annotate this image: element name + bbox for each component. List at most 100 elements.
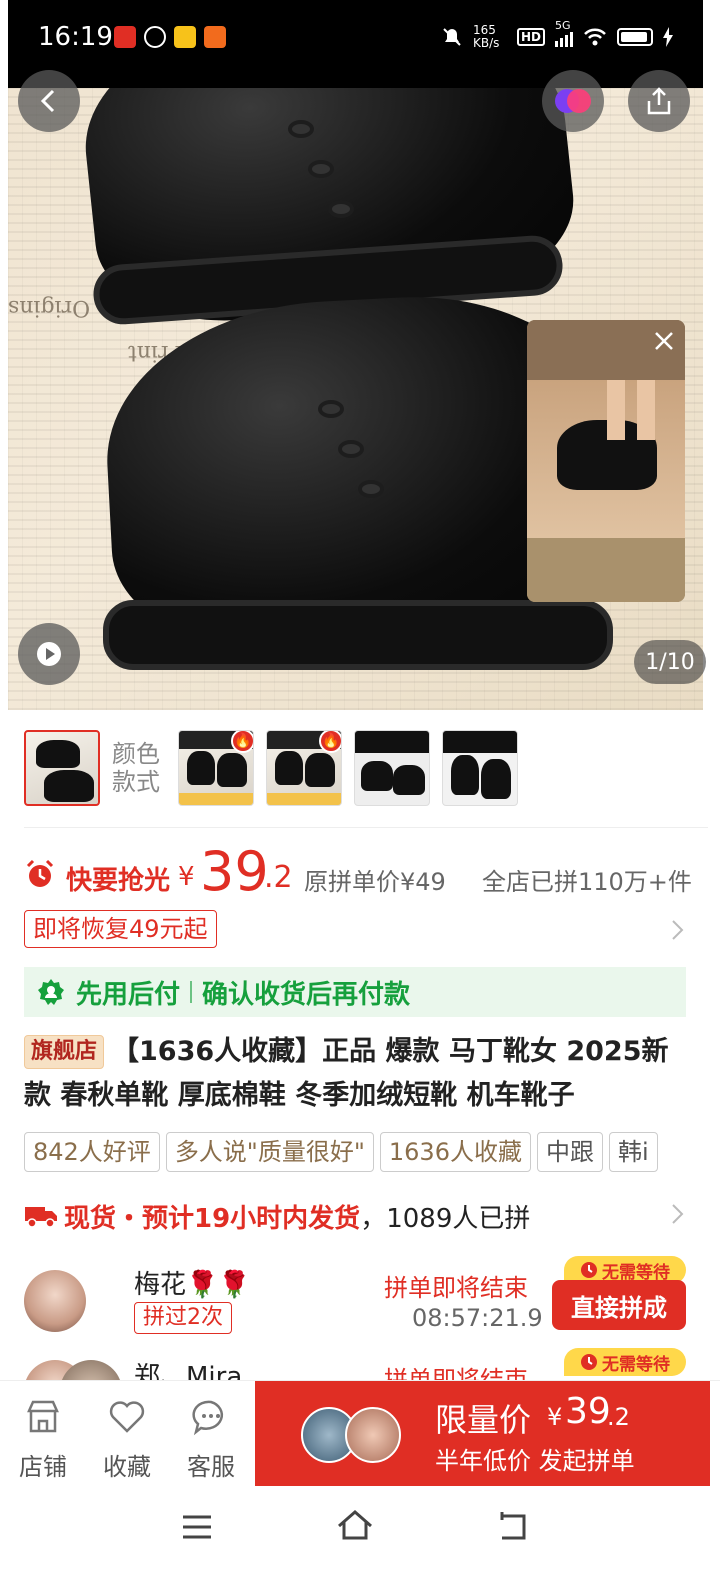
store-button[interactable]: 店铺 — [8, 1397, 78, 1482]
truck-icon — [25, 1207, 57, 1228]
review-tags: 842人好评 多人说"质量很好" 1636人收藏 中跟 韩i — [24, 1132, 720, 1174]
status-time: 16:19 — [38, 22, 113, 52]
style-label: 款式 — [112, 768, 160, 796]
chat-icon — [192, 1400, 224, 1436]
pay-later-banner[interactable]: 先用后付 确认收货后再付款 — [24, 967, 686, 1017]
customer-service-button[interactable]: 客服 — [176, 1397, 246, 1482]
group-status: 拼单即将结束 — [384, 1366, 528, 1380]
limit-price-main: 39 — [565, 1391, 611, 1432]
clock-icon — [581, 1354, 597, 1370]
pay-later-badge-icon — [38, 979, 64, 1005]
review-tag[interactable]: 842人好评 — [24, 1132, 160, 1172]
video-frame — [527, 380, 685, 538]
review-tag[interactable]: 韩i — [608, 1132, 658, 1172]
pay-after-receive-label: 确认收货后再付款 — [202, 979, 411, 1010]
home-icon[interactable] — [336, 1508, 374, 1542]
video-bottom-area — [527, 538, 685, 602]
avatar — [345, 1407, 401, 1463]
back-button[interactable] — [18, 70, 80, 132]
shipping-row[interactable]: 现货・预计19小时内发货 ，1089人已拼 — [24, 1196, 704, 1236]
price-main: 39 — [200, 840, 269, 903]
no-wait-label: 无需等待 — [602, 1354, 670, 1375]
wifi-icon — [584, 28, 606, 46]
chevron-right-icon[interactable] — [670, 1202, 686, 1226]
share-button[interactable] — [628, 70, 690, 132]
hot-badge-icon: 🔥 — [231, 731, 253, 753]
store-label: 店铺 — [19, 1453, 67, 1481]
shipping-joined-count: ，1089人已拼 — [360, 1203, 531, 1234]
thumbnail-3[interactable]: 🔥 — [266, 730, 342, 806]
app-notification-icon — [144, 26, 166, 48]
share-icon — [647, 87, 671, 115]
play-icon — [37, 642, 61, 666]
store-icon — [27, 1400, 59, 1433]
favorite-button[interactable]: 收藏 — [92, 1397, 162, 1482]
assistant-button[interactable] — [542, 70, 604, 132]
play-video-button[interactable] — [18, 623, 80, 685]
app-notification-icon — [204, 26, 226, 48]
price-restore-tag: 即将恢复49元起 — [24, 910, 217, 948]
image-counter: 1/10 — [634, 640, 706, 684]
color-style-label: 颜色 款式 — [112, 740, 160, 796]
service-label: 客服 — [187, 1453, 235, 1481]
join-group-button[interactable]: 直接拼成 — [552, 1280, 686, 1330]
signal-icon: 5G — [555, 19, 573, 47]
pay-later-label: 先用后付 — [76, 979, 181, 1010]
alarm-clock-icon — [26, 859, 54, 887]
system-navigation-bar — [0, 1486, 720, 1592]
back-nav-icon[interactable] — [496, 1510, 530, 1542]
separator — [190, 981, 193, 1003]
boot-bottom-sole — [103, 600, 613, 670]
limit-price-label: 限量价 — [435, 1401, 532, 1439]
mute-icon — [443, 28, 461, 46]
group-countdown: 08:57:21.9 — [412, 1304, 543, 1332]
price-row: 快要抢光 ¥ 39 .2 原拼单价¥49 全店已拼110万+件 — [24, 840, 704, 910]
chevron-right-icon[interactable] — [670, 918, 686, 942]
chevron-left-icon — [40, 89, 55, 113]
close-icon[interactable] — [653, 330, 675, 352]
heart-icon — [109, 1401, 145, 1433]
network-type: 5G — [555, 19, 571, 32]
no-wait-badge: 无需等待 — [564, 1348, 686, 1376]
thumbnail-1[interactable] — [24, 730, 100, 806]
status-right: 165 KB/s HD 5G — [441, 19, 673, 50]
limit-price-decimal: .2 — [607, 1403, 630, 1431]
product-title: 旗舰店 【1636人收藏】正品 爆款 马丁靴女 2025新款 春秋单靴 厚底棉鞋 … — [24, 1030, 684, 1118]
divider — [24, 827, 708, 828]
review-tag[interactable]: 中跟 — [536, 1132, 603, 1172]
start-group-buy-button[interactable]: 限量价 ¥ 39 .2 半年低价 发起拼单 — [255, 1381, 710, 1487]
joined-times-tag: 拼过2次 — [134, 1302, 232, 1334]
battery-icon — [617, 28, 653, 46]
thumbnail-4[interactable] — [354, 730, 430, 806]
no-wait-label: 无需等待 — [602, 1262, 670, 1283]
avatar — [24, 1270, 86, 1332]
assistant-logo-icon — [555, 89, 591, 113]
group-buy-row: 郑、Mira… 拼单即将结束 无需等待 — [24, 1348, 704, 1380]
half-year-low-label: 半年低价 发起拼单 — [435, 1447, 635, 1475]
favorite-label: 收藏 — [103, 1453, 151, 1481]
group-buy-row: 梅花🌹🌹 拼过2次 拼单即将结束 08:57:21.9 无需等待 直接拼成 — [24, 1256, 704, 1338]
flagship-store-badge: 旗舰店 — [24, 1035, 105, 1069]
floating-video-player[interactable] — [527, 320, 685, 602]
thumbnail-2[interactable]: 🔥 — [178, 730, 254, 806]
thumbnail-5[interactable] — [442, 730, 518, 806]
network-speed: 165 KB/s — [472, 23, 500, 50]
limit-price-currency: ¥ — [547, 1403, 563, 1431]
sell-out-soon-label: 快要抢光 — [66, 866, 171, 896]
group-status: 拼单即将结束 — [384, 1274, 528, 1302]
price-decimal: .2 — [264, 860, 293, 895]
product-title-text: 【1636人收藏】正品 爆款 马丁靴女 2025新款 春秋单靴 厚底棉鞋 冬季加… — [24, 1036, 669, 1111]
review-tag[interactable]: 1636人收藏 — [379, 1132, 531, 1172]
meituan-icon — [174, 26, 196, 48]
hot-badge-icon: 🔥 — [319, 731, 341, 753]
shipping-highlight: 现货・预计19小时内发货 — [64, 1203, 361, 1234]
charging-icon — [663, 27, 673, 47]
review-tag[interactable]: 多人说"质量很好" — [165, 1132, 374, 1172]
newspaper-text-decoration: Origins — [8, 295, 91, 320]
store-sold-count: 全店已拼110万+件 — [482, 868, 692, 896]
bottom-action-bar: 店铺 收藏 客服 限量价 ¥ 39 .2 半年低价 发起拼单 — [0, 1380, 720, 1487]
menu-icon[interactable] — [180, 1512, 214, 1542]
app-notification-icon — [114, 26, 136, 48]
color-label: 颜色 — [112, 740, 160, 768]
style-thumbnails: 颜色 款式 🔥 🔥 — [24, 730, 704, 806]
